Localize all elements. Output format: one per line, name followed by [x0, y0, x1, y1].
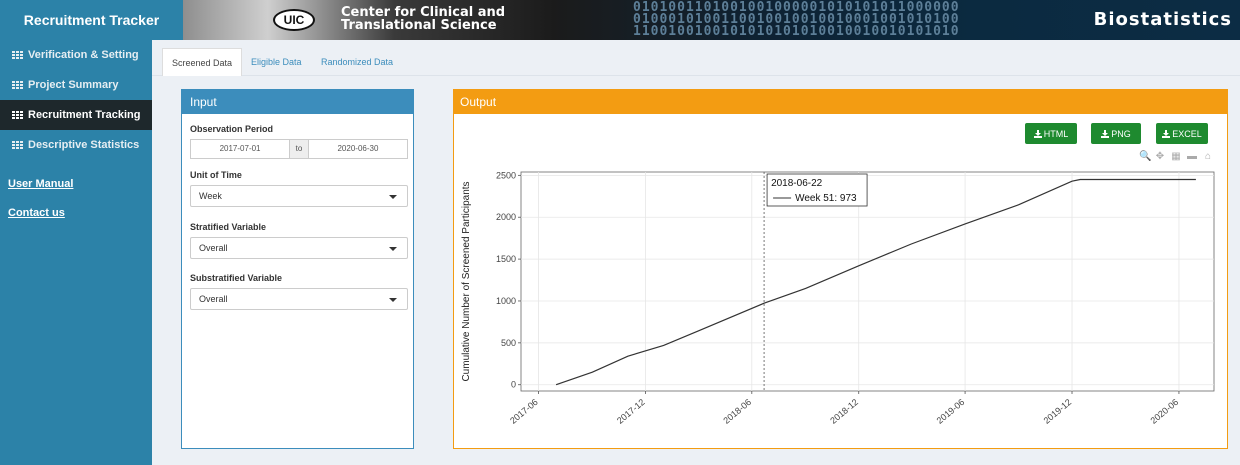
x-tick-label: 2020-06 [1148, 397, 1180, 426]
output-panel: Output HTML PNG EXCEL 🔍 ✥ ▦ ▬ ⌂ 0 500 1000… [453, 89, 1228, 449]
sidebar: Verification & Setting Project Summary R… [0, 40, 152, 465]
y-tick-label: 1500 [496, 254, 516, 264]
download-icon [1162, 129, 1171, 138]
stratified-variable-select[interactable]: Overall [190, 237, 408, 259]
download-icon [1101, 129, 1110, 138]
y-tick-label: 500 [501, 338, 516, 348]
pan-icon[interactable]: ✥ [1155, 152, 1165, 162]
x-tick-label: 2018-06 [721, 397, 753, 426]
table-icon [12, 80, 23, 90]
x-tick-label: 2018-12 [828, 397, 860, 426]
sidebar-item-verification[interactable]: Verification & Setting [0, 40, 152, 70]
table-icon [12, 140, 23, 150]
banner-center-text: Center for Clinical and Translational Sc… [341, 5, 506, 33]
sidebar-item-project-summary[interactable]: Project Summary [0, 70, 152, 100]
sidebar-item-descriptive-statistics[interactable]: Descriptive Statistics [0, 130, 152, 160]
tab-eligible-data[interactable]: Eligible Data [242, 48, 311, 76]
x-tick-label: 2017-06 [508, 397, 540, 426]
output-panel-title: Output [454, 90, 1227, 114]
table-icon [12, 50, 23, 60]
end-date-input[interactable]: 2020-06-30 [309, 140, 407, 158]
y-tick-label: 2000 [496, 212, 516, 222]
table-icon [12, 110, 23, 120]
tab-randomized-data[interactable]: Randomized Data [312, 48, 402, 76]
unit-of-time-label: Unit of Time [190, 170, 242, 180]
contact-us-link[interactable]: Contact us [0, 199, 152, 228]
date-range-separator: to [289, 140, 309, 158]
uic-logo: UIC [273, 9, 315, 31]
substratified-variable-select[interactable]: Overall [190, 288, 408, 310]
unit-of-time-select[interactable]: Week [190, 185, 408, 207]
sidebar-item-recruitment-tracking[interactable]: Recruitment Tracking [0, 100, 152, 130]
chart-container: 0 500 1000 1500 2000 2500 2017-06 2017-12 2018-0… [459, 167, 1224, 446]
stratified-variable-label: Stratified Variable [190, 222, 267, 232]
download-excel-button[interactable]: EXCEL [1156, 123, 1208, 144]
tab-bar: Screened Data Eligible Data Randomized D… [152, 40, 1240, 76]
header: Recruitment Tracker 01010011010010010000… [0, 0, 1240, 40]
cumulative-chart[interactable]: 0 500 1000 1500 2000 2500 2017-06 2017-12 2018-0… [459, 167, 1224, 446]
observation-period-label: Observation Period [190, 124, 274, 134]
zoom-out-icon[interactable]: ▬ [1187, 152, 1197, 162]
input-panel: Input Observation Period 2017-07-01 to 2… [181, 89, 414, 449]
start-date-input[interactable]: 2017-07-01 [191, 140, 289, 158]
tooltip-value: Week 51: 973 [795, 193, 857, 204]
home-icon[interactable]: ⌂ [1203, 152, 1213, 162]
app-title: Recruitment Tracker [0, 0, 183, 40]
y-tick-label: 0 [511, 380, 516, 390]
tab-screened-data[interactable]: Screened Data [162, 48, 243, 76]
banner: 0101001101001001000001010101011000000 01… [183, 0, 1240, 40]
download-icon [1033, 129, 1042, 138]
caret-down-icon [389, 247, 397, 251]
y-tick-label: 1000 [496, 296, 516, 306]
y-tick-label: 2500 [496, 170, 516, 180]
observation-period-range: 2017-07-01 to 2020-06-30 [190, 139, 408, 159]
download-html-button[interactable]: HTML [1025, 123, 1077, 144]
tooltip-date: 2018-06-22 [771, 178, 823, 189]
caret-down-icon [389, 298, 397, 302]
input-panel-title: Input [182, 90, 413, 114]
plot-toolbar: 🔍 ✥ ▦ ▬ ⌂ [1139, 152, 1213, 162]
zoom-in-icon[interactable]: ▦ [1171, 152, 1181, 162]
download-png-button[interactable]: PNG [1091, 123, 1141, 144]
y-axis-label: Cumulative Number of Screened Participan… [461, 181, 472, 381]
x-tick-label: 2019-12 [1042, 397, 1074, 426]
zoom-icon[interactable]: 🔍 [1139, 152, 1151, 162]
x-tick-label: 2019-06 [935, 397, 967, 426]
user-manual-link[interactable]: User Manual [0, 170, 152, 199]
x-tick-label: 2017-12 [615, 397, 647, 426]
substratified-variable-label: Substratified Variable [190, 273, 283, 283]
caret-down-icon [389, 195, 397, 199]
banner-biostatistics: Biostatistics [1093, 9, 1232, 30]
